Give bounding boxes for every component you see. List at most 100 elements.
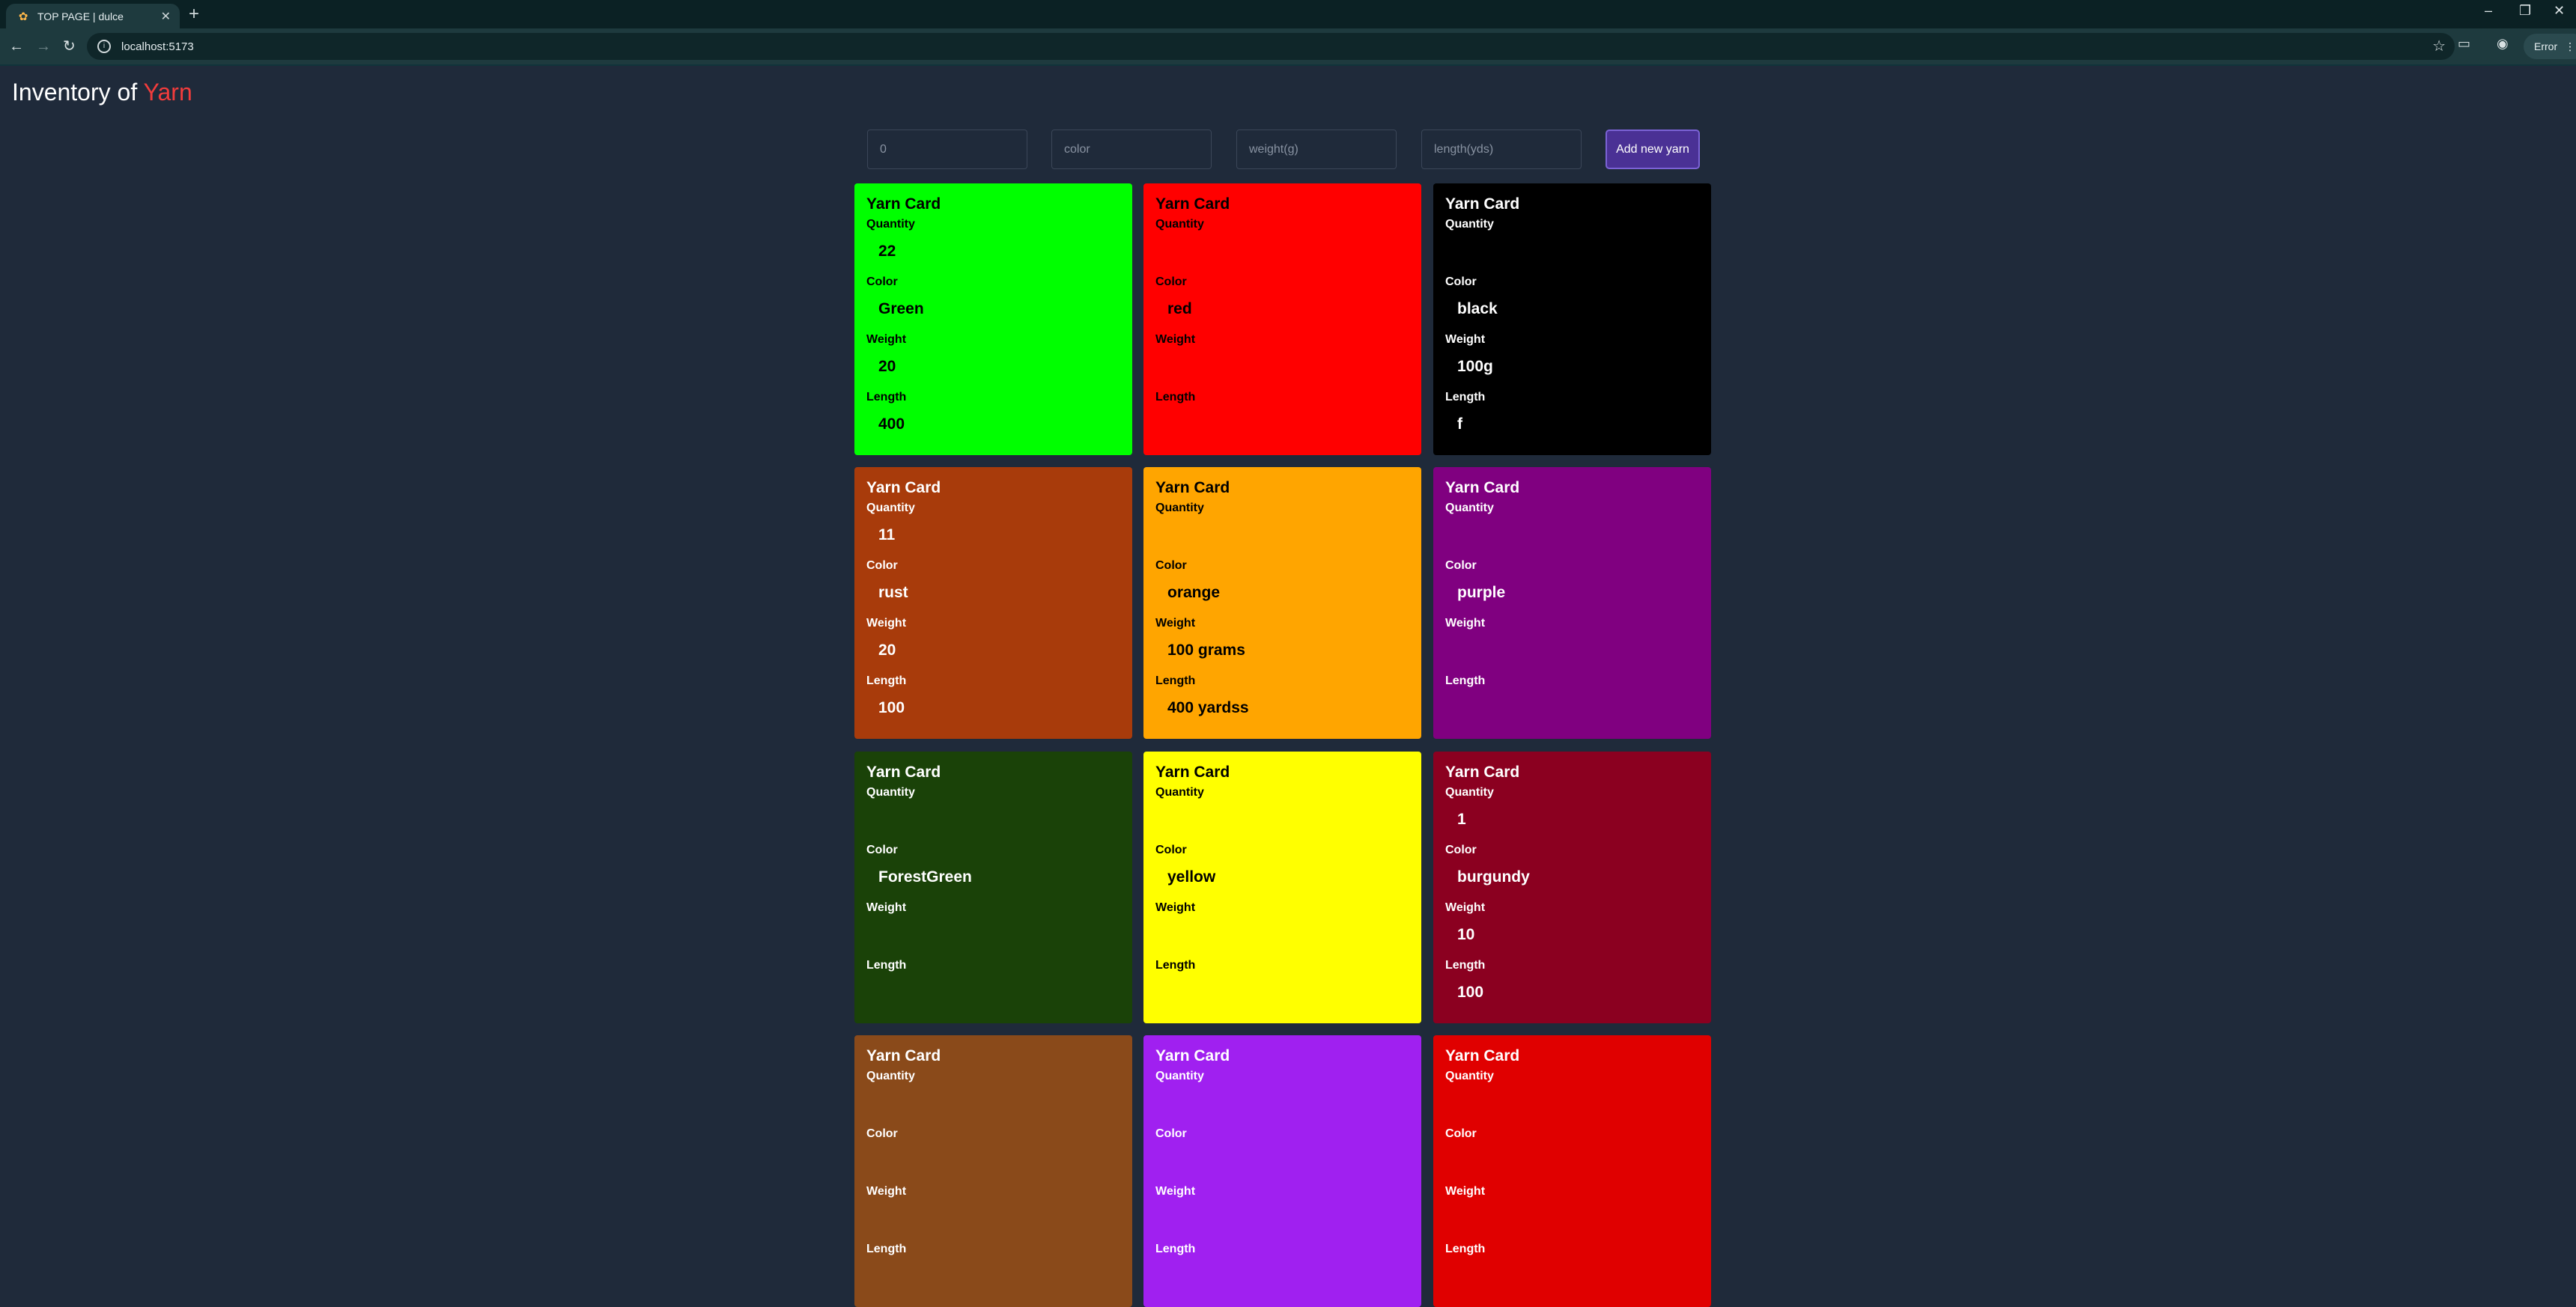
- site-favicon-icon: ✿: [18, 10, 28, 23]
- weight-value: 100g: [1457, 358, 1493, 375]
- quantity-label: Quantity: [1155, 502, 1204, 514]
- more-menu-icon[interactable]: ⋮: [2565, 40, 2575, 53]
- yarn-card: Yarn Card Quantity Color Weight Length: [854, 1035, 1132, 1307]
- length-value: 400 yardss: [1167, 699, 1249, 716]
- color-label: Color: [1155, 275, 1187, 288]
- weight-input[interactable]: [1236, 130, 1397, 169]
- yarn-card-title: Yarn Card: [1155, 1047, 1230, 1064]
- profile-error-chip[interactable]: Error ⋮: [2524, 34, 2576, 59]
- length-input[interactable]: [1421, 130, 1582, 169]
- color-value: red: [1167, 300, 1192, 317]
- yarn-card-title: Yarn Card: [866, 479, 941, 496]
- minimize-icon[interactable]: –: [2485, 3, 2492, 19]
- length-label: Length: [866, 1243, 907, 1255]
- profile-icon[interactable]: ◉: [2497, 36, 2509, 52]
- weight-label: Weight: [1155, 1185, 1196, 1198]
- quantity-value: [1167, 243, 1409, 261]
- color-label: Color: [1155, 1127, 1187, 1140]
- weight-value: [878, 1210, 1120, 1228]
- yarn-card-title: Yarn Card: [1155, 764, 1230, 781]
- restore-icon[interactable]: ❐: [2519, 3, 2531, 19]
- yarn-card: Yarn Card Quantity 1 Color burgundy Weight 10 L…: [1433, 752, 1711, 1023]
- yarn-card-title: Yarn Card: [866, 1047, 941, 1064]
- weight-label: Weight: [866, 333, 907, 346]
- weight-value: [1457, 1210, 1699, 1228]
- new-tab-icon[interactable]: +: [189, 4, 199, 24]
- bookmark-star-icon[interactable]: ☆: [2432, 37, 2446, 55]
- color-value: [1457, 1152, 1699, 1170]
- yarn-card-title: Yarn Card: [866, 764, 941, 781]
- length-value: [1167, 415, 1409, 433]
- weight-label: Weight: [1155, 617, 1196, 630]
- address-bar[interactable]: i localhost:5173 ☆: [87, 33, 2455, 60]
- quantity-value: [1167, 1094, 1409, 1112]
- quantity-value: 11: [878, 526, 896, 543]
- weight-label: Weight: [866, 1185, 907, 1198]
- length-value: [1167, 984, 1409, 1002]
- title-prefix: Inventory of: [12, 79, 138, 106]
- weight-value: 10: [1457, 926, 1475, 943]
- color-label: Color: [1445, 559, 1477, 572]
- tab-close-icon[interactable]: ✕: [161, 9, 171, 24]
- color-value: yellow: [1167, 868, 1216, 886]
- quantity-value: [1167, 811, 1409, 829]
- quantity-label: Quantity: [1155, 218, 1204, 231]
- page-title: Inventory of Yarn: [12, 75, 192, 109]
- length-label: Length: [1155, 959, 1196, 972]
- color-input[interactable]: [1051, 130, 1212, 169]
- weight-label: Weight: [1445, 1185, 1486, 1198]
- yarn-card-title: Yarn Card: [1445, 479, 1520, 496]
- page-top-divider: [0, 64, 2576, 66]
- weight-value: [1167, 358, 1409, 376]
- yarn-card-title: Yarn Card: [1445, 195, 1520, 213]
- length-label: Length: [1155, 674, 1196, 687]
- length-value: 100: [878, 699, 905, 716]
- color-label: Color: [1155, 559, 1187, 572]
- length-label: Length: [866, 959, 907, 972]
- color-value: purple: [1457, 584, 1506, 601]
- tab-title: TOP PAGE | dulce: [37, 10, 124, 22]
- color-label: Color: [1445, 1127, 1477, 1140]
- quantity-label: Quantity: [866, 502, 915, 514]
- weight-value: 100 grams: [1167, 642, 1245, 659]
- quantity-label: Quantity: [1155, 1070, 1204, 1082]
- browser-tab[interactable]: ✿ TOP PAGE | dulce ✕: [6, 4, 180, 28]
- color-value: Green: [878, 300, 924, 317]
- length-value: 400: [878, 415, 905, 433]
- weight-label: Weight: [1155, 901, 1196, 914]
- cast-icon[interactable]: ▭: [2458, 36, 2470, 52]
- weight-label: Weight: [1155, 333, 1196, 346]
- add-new-yarn-button[interactable]: Add new yarn: [1606, 130, 1700, 169]
- color-label: Color: [866, 1127, 898, 1140]
- quantity-label: Quantity: [866, 1070, 915, 1082]
- reload-icon[interactable]: ↻: [63, 37, 76, 56]
- weight-label: Weight: [1445, 617, 1486, 630]
- yarn-card-title: Yarn Card: [1445, 764, 1520, 781]
- yarn-card: Yarn Card Quantity Color purple Weight Length: [1433, 467, 1711, 739]
- url-text[interactable]: localhost:5173: [121, 40, 194, 53]
- yarn-card: Yarn Card Quantity Color orange Weight 100 gr…: [1143, 467, 1421, 739]
- weight-value: 20: [878, 642, 896, 659]
- site-info-icon[interactable]: i: [97, 40, 111, 53]
- yarn-card: Yarn Card Quantity Color black Weight 100g Len…: [1433, 183, 1711, 455]
- browser-tabstrip: ✿ TOP PAGE | dulce ✕ + – ❐ ✕: [0, 0, 2576, 28]
- window-close-icon[interactable]: ✕: [2554, 3, 2565, 19]
- length-label: Length: [1155, 1243, 1196, 1255]
- yarn-card: Yarn Card Quantity Color yellow Weight Length: [1143, 752, 1421, 1023]
- back-icon[interactable]: ←: [9, 37, 24, 56]
- weight-value: [878, 926, 1120, 944]
- color-value: orange: [1167, 584, 1221, 601]
- length-value: f: [1457, 415, 1462, 433]
- color-value: burgundy: [1457, 868, 1530, 886]
- length-value: [878, 984, 1120, 1002]
- yarn-card: Yarn Card Quantity 11 Color rust Weight 20 Leng…: [854, 467, 1132, 739]
- quantity-input[interactable]: [867, 130, 1027, 169]
- weight-label: Weight: [1445, 901, 1486, 914]
- length-label: Length: [1445, 1243, 1486, 1255]
- length-value: 100: [1457, 984, 1484, 1001]
- color-value: [878, 1152, 1120, 1170]
- forward-icon[interactable]: →: [36, 37, 51, 56]
- color-value: [1167, 1152, 1409, 1170]
- weight-label: Weight: [866, 617, 907, 630]
- weight-label: Weight: [1445, 333, 1486, 346]
